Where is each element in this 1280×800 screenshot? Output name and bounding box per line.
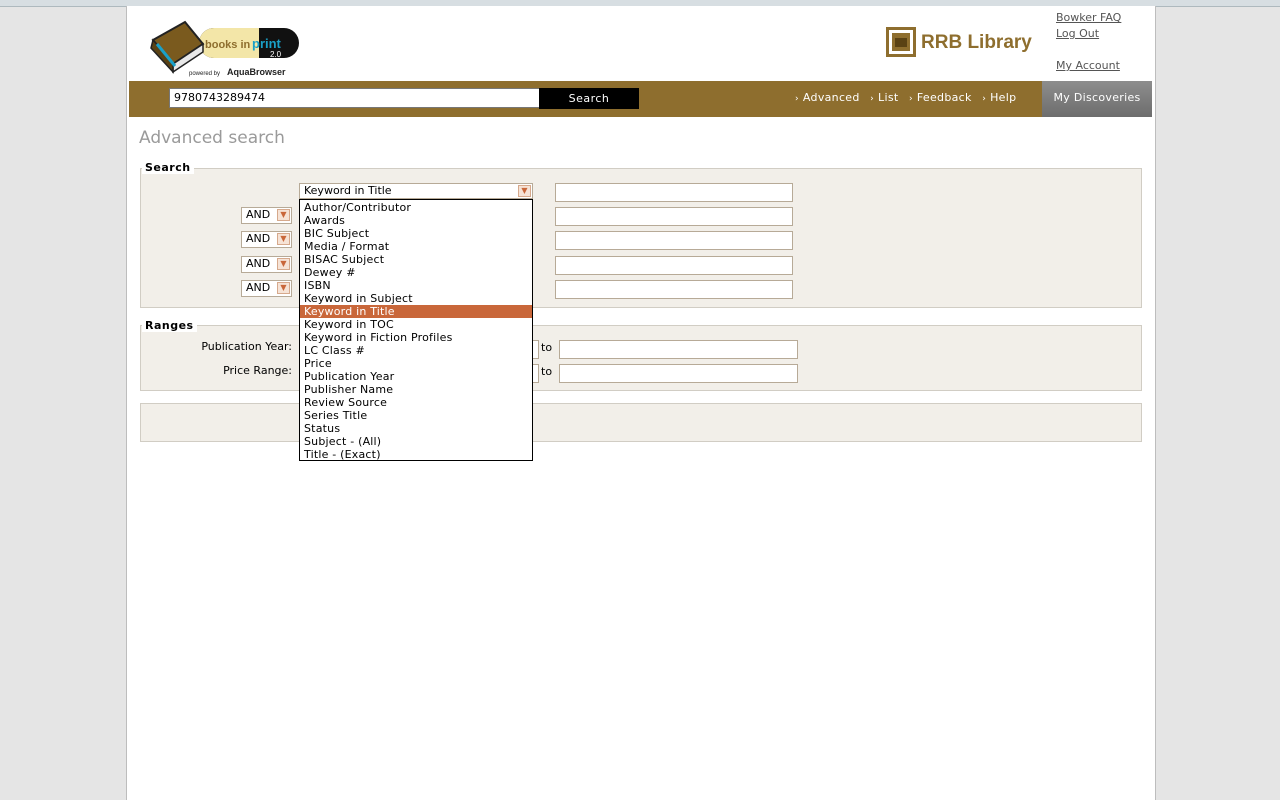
field-dropdown-list[interactable]: Author/Contributor Awards BIC Subject Media… (299, 199, 533, 461)
operator-select-5-value: AND (246, 281, 271, 294)
dropdown-option[interactable]: Status (300, 422, 532, 435)
dropdown-option[interactable]: Dewey # (300, 266, 532, 279)
dropdown-option[interactable]: LC Class # (300, 344, 532, 357)
log-out-link[interactable]: Log Out (1056, 27, 1099, 40)
dropdown-option[interactable]: Price (300, 357, 532, 370)
my-account-link[interactable]: My Account (1056, 59, 1120, 72)
dropdown-option[interactable]: Media / Format (300, 240, 532, 253)
library-name: RRB Library (921, 32, 1032, 53)
dropdown-option[interactable]: Title - (Exact) (300, 448, 532, 461)
library-logo[interactable]: RRB Library (885, 26, 1035, 62)
nav-feedback-label: Feedback (916, 91, 972, 104)
search-term-input-1[interactable] (555, 183, 793, 202)
my-discoveries-button[interactable]: My Discoveries (1042, 81, 1152, 117)
search-legend: Search (142, 161, 194, 174)
operator-select-2-value: AND (246, 208, 271, 221)
dropdown-option[interactable]: Keyword in Fiction Profiles (300, 331, 532, 344)
operator-select-5[interactable]: AND ▼ (241, 280, 292, 297)
chevron-right-icon: › (795, 94, 799, 104)
chevron-right-icon: › (870, 94, 875, 104)
price-range-to-input[interactable] (559, 364, 798, 383)
action-panel (140, 403, 1142, 442)
nav-advanced-link[interactable]: › Advanced (795, 81, 860, 116)
books-in-print-logo[interactable]: books in print 2.0 powered by AquaBrowse… (147, 12, 307, 78)
publication-year-to-input[interactable] (559, 340, 798, 359)
price-range-to-label: to (541, 365, 553, 378)
operator-select-4[interactable]: AND ▼ (241, 256, 292, 273)
operator-select-2[interactable]: AND ▼ (241, 207, 292, 224)
nav-bar: Search ›Advanced ›List ›Feedback ›Help (129, 81, 1042, 117)
dropdown-option[interactable]: BISAC Subject (300, 253, 532, 266)
bowker-faq-link[interactable]: Bowker FAQ (1056, 11, 1121, 24)
dropdown-option[interactable]: Subject - (All) (300, 435, 532, 448)
page-title: Advanced search (139, 128, 285, 148)
chevron-down-icon: ▼ (277, 282, 290, 294)
dropdown-option[interactable]: Series Title (300, 409, 532, 422)
nav-feedback-link[interactable]: › Feedback (909, 81, 972, 116)
dropdown-option[interactable]: Awards (300, 214, 532, 227)
chevron-down-icon: ▼ (518, 185, 531, 197)
dropdown-option[interactable]: Publisher Name (300, 383, 532, 396)
nav-links: › Advanced › List › Feedback › Help (795, 81, 1023, 117)
field-select-1[interactable]: Keyword in Title ▼ (299, 183, 533, 199)
dropdown-option[interactable]: Keyword in Title (300, 305, 532, 318)
chevron-down-icon: ▼ (277, 258, 290, 270)
operator-select-3[interactable]: AND ▼ (241, 231, 292, 248)
logo-version-text: 2.0 (270, 50, 282, 59)
dropdown-option[interactable]: BIC Subject (300, 227, 532, 240)
price-range-label: Price Range: (223, 364, 292, 377)
nav-help-link[interactable]: › Help (982, 81, 1016, 116)
dropdown-option[interactable]: Author/Contributor (300, 201, 532, 214)
nav-help-label: Help (990, 91, 1017, 104)
search-term-input-2[interactable] (555, 207, 793, 226)
dropdown-option[interactable]: Review Source (300, 396, 532, 409)
search-input[interactable] (169, 88, 543, 108)
nav-list-link[interactable]: › List (870, 81, 898, 116)
logo-print-text: print (252, 36, 282, 51)
search-term-input-4[interactable] (555, 256, 793, 275)
operator-select-3-value: AND (246, 232, 271, 245)
search-term-input-3[interactable] (555, 231, 793, 250)
dropdown-option[interactable]: Publication Year (300, 370, 532, 383)
search-term-input-5[interactable] (555, 280, 793, 299)
dropdown-option[interactable]: Keyword in TOC (300, 318, 532, 331)
chevron-right-icon: › (982, 94, 987, 104)
operator-select-4-value: AND (246, 257, 271, 270)
chevron-right-icon: › (908, 94, 913, 104)
chevron-down-icon: ▼ (277, 233, 290, 245)
logo-powered-text: powered by (189, 71, 220, 77)
publication-year-to-label: to (541, 341, 553, 354)
search-button[interactable]: Search (539, 88, 639, 109)
field-select-1-value: Keyword in Title (304, 184, 392, 197)
ranges-legend: Ranges (142, 319, 197, 332)
nav-advanced-label: Advanced (802, 91, 860, 104)
logo-books-in-text: books in (205, 39, 251, 51)
chevron-down-icon: ▼ (277, 209, 290, 221)
logo-aquabrowser-text: AquaBrowser (227, 67, 286, 77)
dropdown-option[interactable]: ISBN (300, 279, 532, 292)
page-container: books in print 2.0 powered by AquaBrowse… (126, 6, 1156, 800)
nav-list-label: List (878, 91, 899, 104)
library-emblem-icon (886, 27, 916, 57)
dropdown-option[interactable]: Keyword in Subject (300, 292, 532, 305)
publication-year-label: Publication Year: (201, 340, 292, 353)
